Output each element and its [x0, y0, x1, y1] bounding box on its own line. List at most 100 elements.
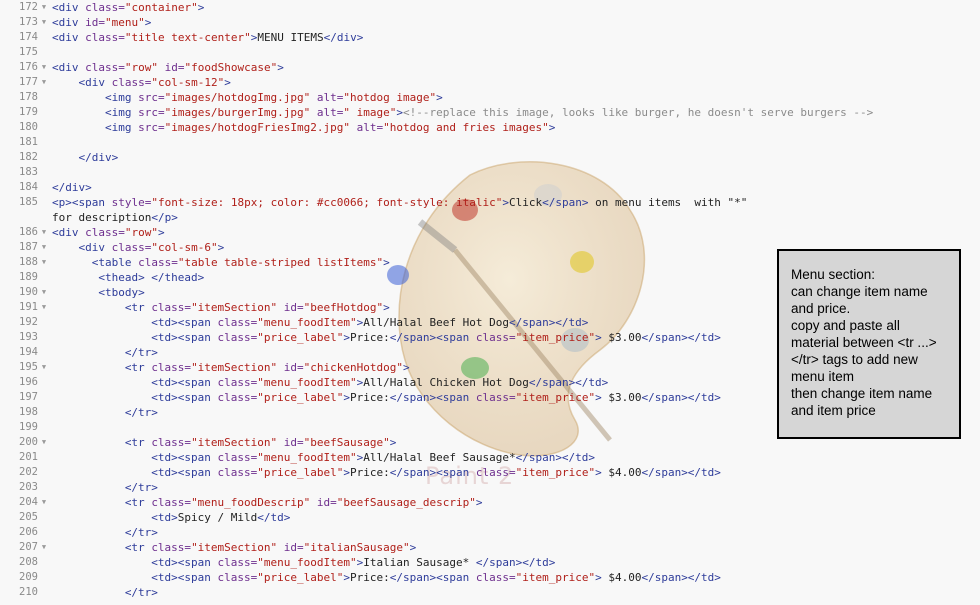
code-token: class=: [475, 391, 516, 404]
fold-arrow-icon[interactable]: ▼: [39, 240, 49, 255]
code-content: <td><span class="price_label">Price:</sp…: [151, 390, 721, 405]
code-token: class=: [85, 31, 125, 44]
code-token: <div: [52, 31, 86, 44]
code-token: "images/hotdogImg.jpg": [164, 91, 311, 104]
code-token: id=: [85, 16, 105, 29]
code-token: All/Halal Chicken Hot Dog: [363, 376, 529, 389]
code-content: <tr class="itemSection" id="italianSausa…: [125, 540, 416, 555]
fold-arrow-icon[interactable]: ▼: [39, 300, 49, 315]
code-content: </tr>: [125, 585, 158, 600]
code-token: $4.00: [601, 571, 642, 584]
code-token: <img: [104, 106, 139, 119]
code-token: <td><span: [151, 556, 218, 569]
line-number: 200: [19, 436, 38, 448]
code-content: <td><span class="price_label">Price:</sp…: [151, 330, 721, 345]
fold-arrow-icon[interactable]: ▼: [39, 60, 49, 75]
fold-arrow-icon[interactable]: ▼: [39, 225, 49, 240]
line-number: 175: [19, 46, 38, 58]
code-content: <td><span class= "price_label">Price: </sp…: [151, 465, 721, 480]
code-token: "row": [124, 61, 158, 74]
code-token: </tr>: [124, 586, 158, 599]
code-token: >: [383, 301, 390, 314]
code-token: </span></td>: [475, 556, 556, 569]
code-token: alt=: [350, 121, 384, 134]
code-token: >: [144, 16, 152, 29]
code-token: src=: [138, 106, 165, 119]
code-token: </tr>: [124, 346, 158, 359]
line-number: 199: [19, 421, 38, 433]
code-token: "beefHotdog": [303, 301, 384, 314]
code-token: class=: [217, 451, 258, 464]
note-line: and item price: [791, 403, 876, 418]
fold-arrow-icon[interactable]: ▼: [39, 15, 49, 30]
code-token: class=: [217, 391, 258, 404]
code-token: "price_label": [257, 466, 344, 479]
code-token: id=: [277, 361, 304, 374]
code-token: id=: [310, 496, 337, 509]
code-token: >: [343, 331, 350, 344]
code-token: <tbody>: [98, 286, 145, 299]
line-number: 177: [19, 76, 38, 88]
code-token: $3.00: [601, 391, 642, 404]
code-token: >: [217, 241, 225, 254]
code-token: </td>: [257, 511, 291, 524]
code-token: >: [343, 466, 350, 479]
code-token: <td><span: [151, 466, 218, 479]
code-token: $4.00: [601, 466, 642, 479]
fold-arrow-icon[interactable]: ▼: [39, 540, 49, 555]
fold-arrow-icon[interactable]: ▼: [39, 435, 49, 450]
fold-arrow-icon[interactable]: ▼: [39, 255, 49, 270]
code-token: <div: [52, 226, 86, 239]
code-content: for description</p>: [52, 210, 178, 225]
code-token: </span><span: [389, 331, 476, 344]
code-content: <td><span class="price_label">Price:</sp…: [151, 570, 721, 585]
line-number: 183: [19, 166, 38, 178]
code-token: </span></td>: [641, 466, 721, 479]
code-content: </div>: [78, 150, 118, 165]
code-token: All/Halal Beef Sausage*: [363, 451, 516, 464]
code-token: id=: [158, 61, 185, 74]
fold-arrow-icon[interactable]: ▼: [39, 360, 49, 375]
code-token: <tr: [124, 496, 152, 509]
fold-arrow-icon[interactable]: ▼: [39, 495, 49, 510]
code-token: >: [502, 196, 509, 209]
code-token: <td><span: [151, 451, 218, 464]
line-number: 194: [19, 346, 38, 358]
code-token: for description: [52, 211, 152, 224]
code-content: <td><span class="menu_foodItem">All/Hala…: [151, 375, 608, 390]
code-token: <td>: [151, 511, 178, 524]
fold-arrow-icon[interactable]: ▼: [39, 0, 49, 15]
code-token: >: [595, 571, 602, 584]
code-token: "font-size: 18px; color: #cc0066; font-s…: [151, 196, 503, 209]
code-token: class=: [475, 466, 516, 479]
code-token: </p>: [151, 211, 178, 224]
line-number: 207: [19, 541, 38, 553]
code-content: <td><span class="menu_foodItem">Italian …: [151, 555, 555, 570]
code-token: Price:: [350, 331, 390, 344]
note-line: and price.: [791, 301, 851, 316]
fold-arrow-icon[interactable]: ▼: [39, 285, 49, 300]
line-number: 191: [19, 301, 38, 313]
code-token: Price:: [350, 466, 390, 479]
code-token: </tr>: [124, 481, 158, 494]
code-content: <img src="images/burgerImg.jpg" alt=" im…: [105, 105, 873, 120]
code-token: "item_price": [515, 571, 596, 584]
code-token: "beefSausage_descrip": [336, 496, 476, 509]
code-token: alt=: [310, 106, 344, 119]
fold-arrow-icon[interactable]: ▼: [39, 75, 49, 90]
code-token: on menu items with "*": [588, 196, 748, 209]
code-token: </span></td>: [641, 391, 721, 404]
code-content: </tr>: [125, 525, 158, 540]
code-token: </div>: [52, 181, 92, 194]
code-content: <div class="col-sm-12">: [78, 75, 230, 90]
note-line: material between <tr ...>: [791, 335, 937, 350]
code-token: class=: [111, 241, 152, 254]
code-token: >: [389, 436, 397, 449]
code-content: <table class="table table-striped listIt…: [92, 255, 390, 270]
code-token: class=: [217, 376, 258, 389]
code-content: <img src="images/hotdogImg.jpg" alt="hot…: [105, 90, 443, 105]
code-token: "itemSection": [191, 436, 278, 449]
code-content: <td><span class="menu_foodItem">All/Hala…: [151, 315, 588, 330]
code-token: id=: [277, 436, 304, 449]
code-token: <div: [78, 241, 112, 254]
